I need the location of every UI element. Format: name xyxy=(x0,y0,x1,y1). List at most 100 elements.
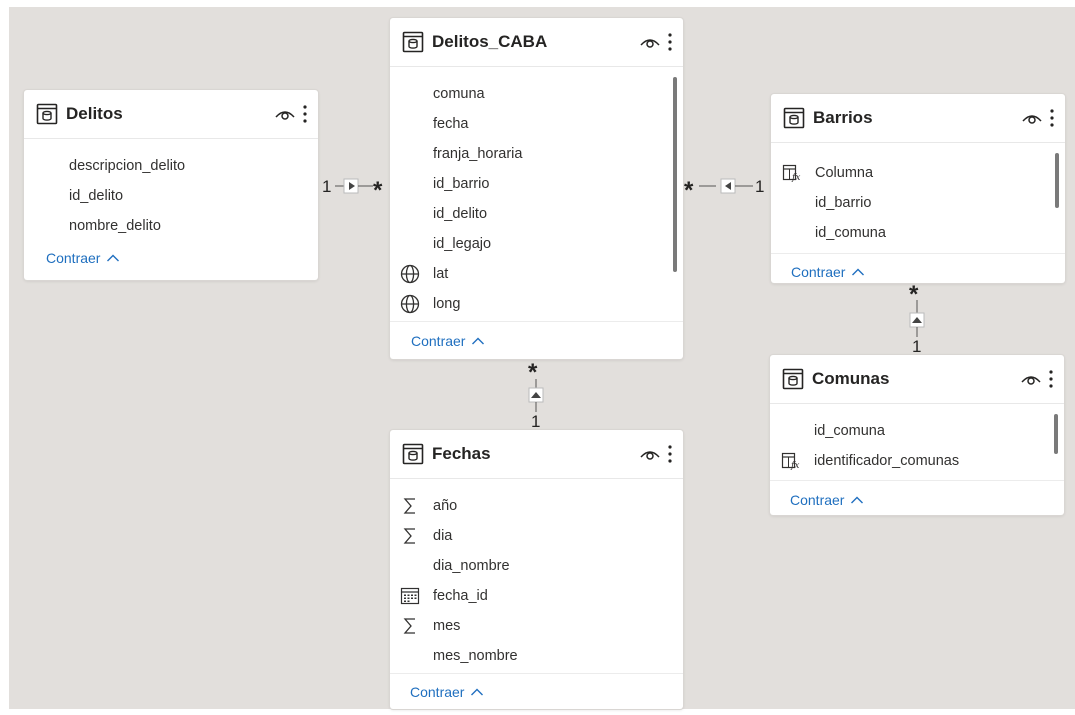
rel-caba-many-label: * xyxy=(373,177,383,204)
collapse-label: Contraer xyxy=(46,250,101,266)
table-card-delitos-caba[interactable]: Delitos_CABA comuna fecha franja_horaria… xyxy=(390,18,683,359)
field-row[interactable]: mes_nombre xyxy=(390,641,683,671)
more-options-icon[interactable] xyxy=(667,444,673,464)
table-title: Fechas xyxy=(432,444,491,463)
field-label: nombre_delito xyxy=(69,218,161,234)
collapse-link[interactable]: Contraer xyxy=(770,480,1064,519)
field-row[interactable]: id_barrio xyxy=(390,169,683,199)
rel-barrios-one-label: 1 xyxy=(755,177,765,196)
table-card-comunas[interactable]: Comunas id_comuna identificador_comunas … xyxy=(770,355,1064,515)
chevron-up-icon xyxy=(106,253,120,263)
collapse-label: Contraer xyxy=(410,684,465,700)
more-options-icon[interactable] xyxy=(667,32,673,52)
field-list-scrollbar[interactable] xyxy=(673,77,677,272)
table-header-fechas[interactable]: Fechas xyxy=(390,430,683,479)
table-icon xyxy=(402,443,424,465)
sigma-icon xyxy=(400,526,420,546)
visibility-eye-icon[interactable] xyxy=(1021,110,1043,126)
more-options-icon[interactable] xyxy=(1049,108,1055,128)
field-row[interactable]: fecha xyxy=(390,109,683,139)
table-title: Comunas xyxy=(812,369,890,388)
field-label: franja_horaria xyxy=(433,146,523,162)
more-options-icon[interactable] xyxy=(302,104,308,124)
field-label: id_delito xyxy=(69,188,124,204)
sigma-icon xyxy=(400,616,420,636)
field-label: Columna xyxy=(815,165,874,181)
field-label: id_comuna xyxy=(814,423,885,439)
field-label: fecha xyxy=(433,116,469,132)
table-header-comunas[interactable]: Comunas xyxy=(770,355,1064,404)
field-list-scrollbar[interactable] xyxy=(1054,414,1058,454)
field-label: lat xyxy=(433,266,449,282)
rel-caba-many-label-bottom: * xyxy=(528,359,538,386)
field-row[interactable]: id_delito xyxy=(24,181,318,211)
field-list: descripcion_delito id_delito nombre_deli… xyxy=(24,139,318,241)
table-header-delitos[interactable]: Delitos xyxy=(24,90,318,139)
chevron-up-icon xyxy=(470,687,484,697)
field-row[interactable]: dia_nombre xyxy=(390,551,683,581)
field-label: descripcion_delito xyxy=(69,158,186,174)
field-label: id_delito xyxy=(433,206,488,222)
collapse-label: Contraer xyxy=(411,333,466,349)
collapse-link[interactable]: Contraer xyxy=(390,321,683,360)
calendar-icon xyxy=(400,586,420,606)
visibility-eye-icon[interactable] xyxy=(274,106,296,122)
table-title: Barrios xyxy=(813,108,873,127)
rel-comunas-one-label: 1 xyxy=(912,337,922,356)
field-label: identificador_comunas xyxy=(814,453,960,469)
table-card-delitos[interactable]: Delitos descripcion_delito id_delito nom… xyxy=(24,90,318,280)
table-icon xyxy=(402,31,424,53)
field-row[interactable]: nombre_delito xyxy=(24,211,318,241)
field-row[interactable]: fecha_id xyxy=(390,581,683,611)
collapse-label: Contraer xyxy=(791,264,846,280)
field-row[interactable]: id_comuna xyxy=(771,218,1065,248)
field-list: año dia dia_nombre fecha_id mes mes_nomb… xyxy=(390,479,683,671)
field-row[interactable]: id_comuna xyxy=(770,416,1064,446)
field-row[interactable]: id_delito xyxy=(390,199,683,229)
visibility-eye-icon[interactable] xyxy=(1020,371,1042,387)
field-list-scrollbar[interactable] xyxy=(1055,153,1059,208)
table-header-delitos-caba[interactable]: Delitos_CABA xyxy=(390,18,683,67)
field-label: id_comuna xyxy=(815,225,886,241)
field-label: año xyxy=(433,498,458,514)
field-label: id_barrio xyxy=(433,176,490,192)
table-card-barrios[interactable]: Barrios Columna id_barrio id_comuna Cont… xyxy=(771,94,1065,283)
field-row[interactable]: descripcion_delito xyxy=(24,151,318,181)
field-row[interactable]: franja_horaria xyxy=(390,139,683,169)
table-icon xyxy=(36,103,58,125)
rel-delitos-one-label: 1 xyxy=(322,177,332,196)
field-label: dia xyxy=(433,528,453,544)
field-row[interactable]: identificador_comunas xyxy=(770,446,1064,476)
collapse-label: Contraer xyxy=(790,492,845,508)
field-label: fecha_id xyxy=(433,588,488,604)
field-row[interactable]: lat xyxy=(390,259,683,289)
chevron-up-icon xyxy=(471,336,485,346)
field-row[interactable]: dia xyxy=(390,521,683,551)
field-list: id_comuna identificador_comunas xyxy=(770,404,1064,476)
chevron-up-icon xyxy=(851,267,865,277)
field-row[interactable]: id_legajo xyxy=(390,229,683,259)
field-label: id_legajo xyxy=(433,236,492,252)
table-header-barrios[interactable]: Barrios xyxy=(771,94,1065,143)
chevron-up-icon xyxy=(850,495,864,505)
collapse-link[interactable]: Contraer xyxy=(24,241,318,275)
table-title: Delitos_CABA xyxy=(432,32,548,51)
table-card-fechas[interactable]: Fechas año dia dia_nombre fecha_id mes m xyxy=(390,430,683,709)
field-row[interactable]: año xyxy=(390,491,683,521)
field-row[interactable]: long xyxy=(390,289,683,319)
visibility-eye-icon[interactable] xyxy=(639,446,661,462)
globe-icon xyxy=(400,264,420,284)
field-label: mes_nombre xyxy=(433,648,518,664)
field-row[interactable]: comuna xyxy=(390,79,683,109)
field-row[interactable]: Columna xyxy=(771,158,1065,188)
field-row[interactable]: mes xyxy=(390,611,683,641)
collapse-link[interactable]: Contraer xyxy=(771,253,1065,290)
visibility-eye-icon[interactable] xyxy=(639,34,661,50)
field-row[interactable]: id_barrio xyxy=(771,188,1065,218)
collapse-link[interactable]: Contraer xyxy=(390,673,683,710)
field-label: comuna xyxy=(433,86,485,102)
field-label: dia_nombre xyxy=(433,558,510,574)
sigma-icon xyxy=(400,496,420,516)
model-canvas: 1 * * 1 * 1 * 1 Delitos descripcion_deli… xyxy=(9,7,1075,709)
more-options-icon[interactable] xyxy=(1048,369,1054,389)
